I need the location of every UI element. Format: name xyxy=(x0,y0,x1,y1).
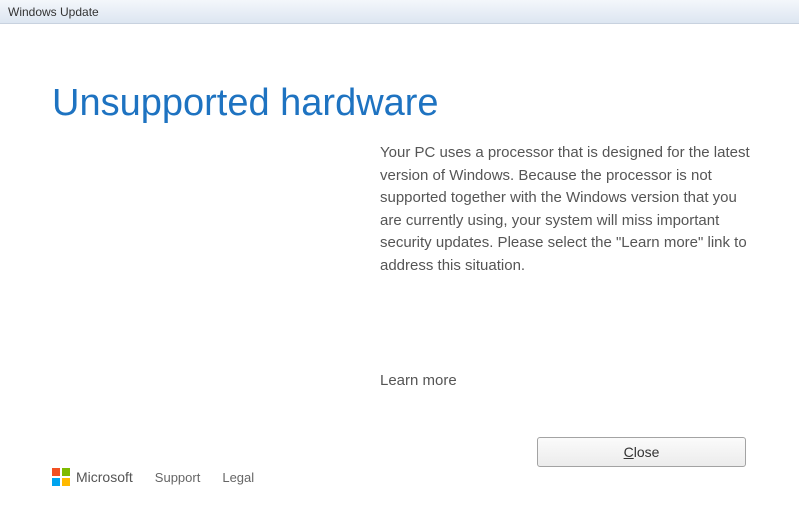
page-heading: Unsupported hardware xyxy=(52,80,439,128)
content-area: Unsupported hardware Your PC uses a proc… xyxy=(0,24,799,514)
learn-more-link[interactable]: Learn more xyxy=(380,372,457,389)
logo-square-yellow xyxy=(62,478,70,486)
footer: Microsoft Support Legal xyxy=(52,468,254,486)
microsoft-logo: Microsoft xyxy=(52,468,133,486)
close-button[interactable]: Close xyxy=(537,437,746,467)
close-label-suffix: lose xyxy=(634,444,660,460)
logo-square-blue xyxy=(52,478,60,486)
message-text: Your PC uses a processor that is designe… xyxy=(380,142,750,277)
logo-square-green xyxy=(62,468,70,476)
window-title: Windows Update xyxy=(8,5,99,19)
microsoft-logo-icon xyxy=(52,468,70,486)
support-link[interactable]: Support xyxy=(155,470,201,485)
legal-link[interactable]: Legal xyxy=(222,470,254,485)
titlebar: Windows Update xyxy=(0,0,799,24)
logo-square-red xyxy=(52,468,60,476)
microsoft-brand-text: Microsoft xyxy=(76,469,133,485)
close-label-accesskey: C xyxy=(624,444,634,460)
